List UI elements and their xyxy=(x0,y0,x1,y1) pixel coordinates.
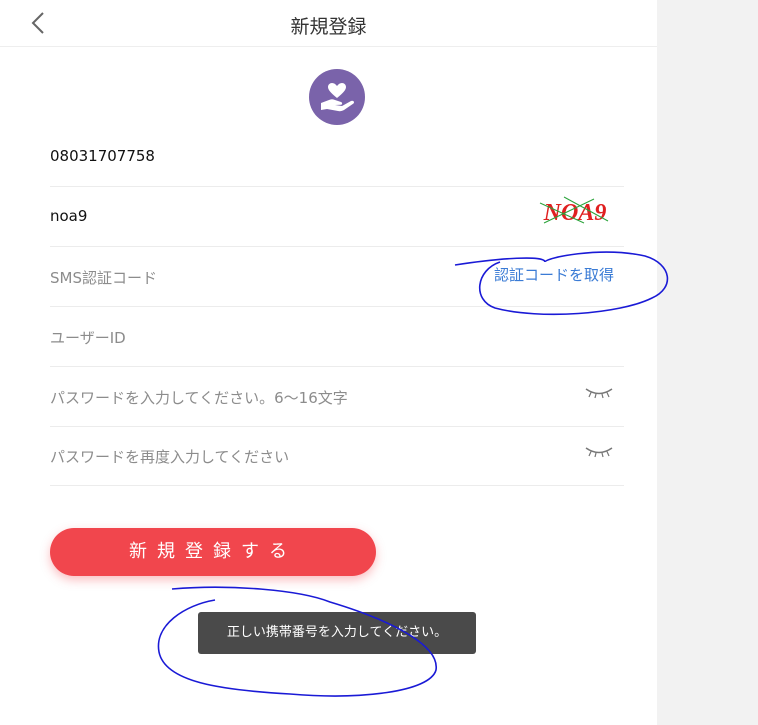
password-confirm-input[interactable]: パスワードを再度入力してください xyxy=(50,446,289,467)
register-button[interactable]: 新規登録する xyxy=(50,528,376,576)
user-id-field[interactable]: ユーザーID xyxy=(50,307,624,367)
eye-closed-icon[interactable] xyxy=(584,444,614,458)
hand-heart-icon xyxy=(321,83,355,112)
user-id-input[interactable]: ユーザーID xyxy=(50,327,126,348)
sms-code-field[interactable]: SMS認証コード 認証コードを取得 xyxy=(50,247,624,307)
phone-input[interactable]: 08031707758 xyxy=(50,147,155,165)
captcha-text: NOA9 xyxy=(543,200,607,226)
logo xyxy=(309,69,365,125)
phone-field[interactable]: 08031707758 xyxy=(50,127,624,187)
sms-code-input[interactable]: SMS認証コード xyxy=(50,267,157,288)
get-code-button[interactable]: 認証コードを取得 xyxy=(494,264,614,285)
password-field[interactable]: パスワードを入力してください。6～16文字 xyxy=(50,367,624,427)
captcha-field[interactable]: noa9 NOA9 xyxy=(50,187,624,247)
password-confirm-field[interactable]: パスワードを再度入力してください xyxy=(50,426,624,486)
captcha-image[interactable]: NOA9 xyxy=(534,193,616,227)
error-toast: 正しい携帯番号を入力してください。 xyxy=(198,612,476,654)
header-bar: 新規登録 xyxy=(0,0,657,47)
captcha-input[interactable]: noa9 xyxy=(50,207,87,225)
page-title: 新規登録 xyxy=(290,16,367,38)
eye-closed-icon[interactable] xyxy=(584,385,614,399)
password-input[interactable]: パスワードを入力してください。6～16文字 xyxy=(50,387,348,408)
signup-panel: 新規登録 08031707758 noa9 NOA9 SMS認証コード 認証コー… xyxy=(0,0,657,725)
